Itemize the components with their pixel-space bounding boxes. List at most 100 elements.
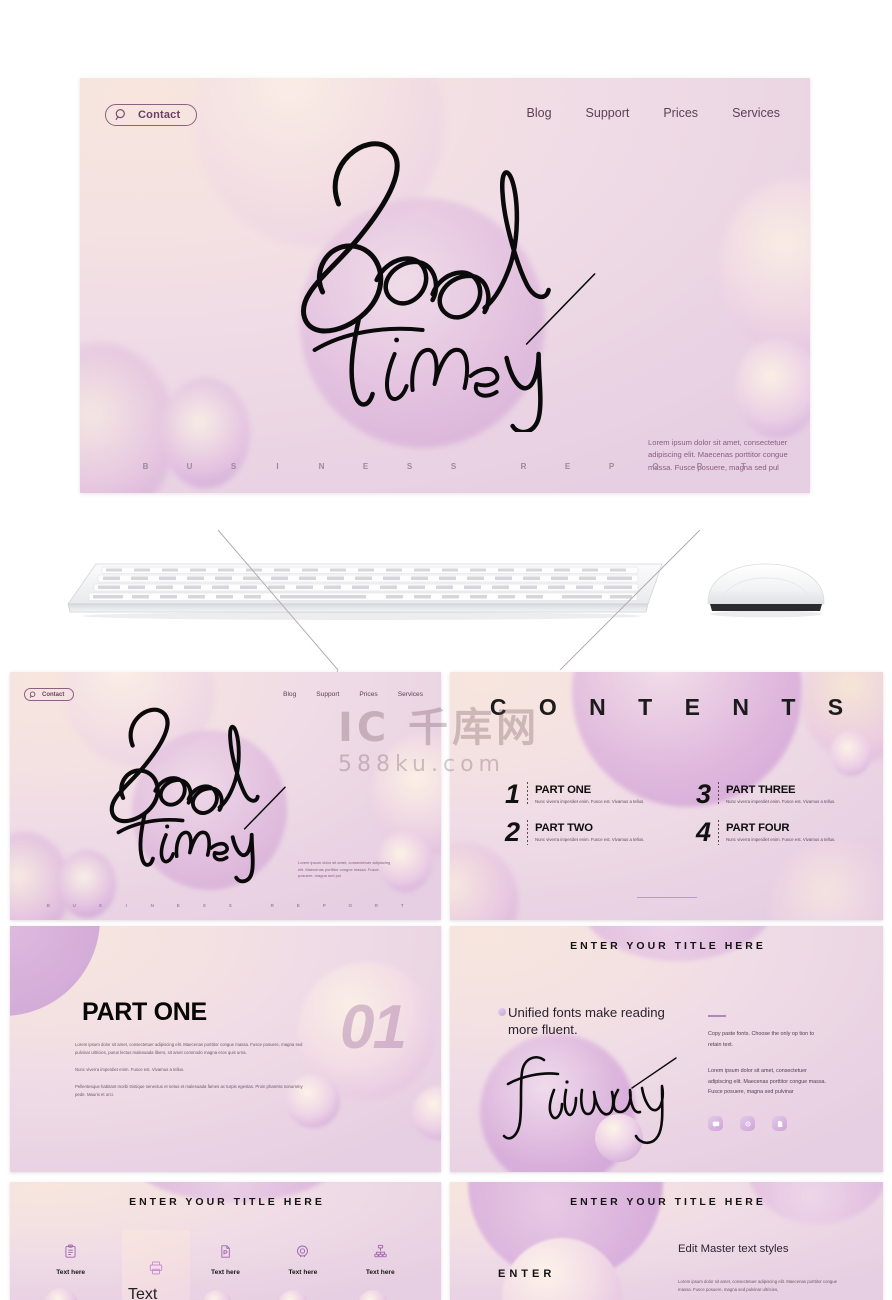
kicker-char: P — [322, 903, 327, 908]
nav-item-support[interactable]: Support — [316, 691, 339, 698]
divider — [527, 820, 529, 845]
file-p-icon — [218, 1244, 233, 1264]
icon-label: Text here — [56, 1269, 86, 1276]
kicker-char: S — [228, 903, 233, 908]
friday-script — [502, 1056, 677, 1145]
divider — [718, 782, 720, 807]
edit-body-text: Lorem ipsum dolor sit amet, consectetuer… — [678, 1279, 838, 1293]
gear-icon[interactable] — [740, 1116, 755, 1131]
sitemap-icon — [373, 1244, 388, 1264]
thumb-contact-label: Contact — [42, 691, 65, 698]
icon-cell-file-p[interactable]: Text here — [188, 1244, 262, 1276]
kicker-char: E — [296, 903, 301, 908]
part-one-title: PART ONE — [82, 998, 207, 1026]
edit-slide-title: ENTER YOUR TITLE HERE — [570, 1196, 766, 1208]
chat-icon[interactable] — [708, 1116, 723, 1131]
contents-heading: PART THREE — [726, 784, 796, 796]
nav-item-prices[interactable]: Prices — [359, 691, 377, 698]
unified-chip-row — [708, 1116, 787, 1131]
nav-item-services[interactable]: Services — [732, 106, 780, 120]
unified-slide-title: ENTER YOUR TITLE HERE — [570, 940, 766, 952]
kicker-char: R — [270, 903, 275, 908]
divider — [718, 820, 720, 845]
device-mockup-strip — [0, 510, 892, 670]
kicker-char: U — [186, 462, 194, 471]
icon-cell-clipboard[interactable]: Text here — [34, 1244, 108, 1276]
kicker-char: S — [98, 903, 103, 908]
hero-slide: Contact Blog Support Prices Services Lor… — [80, 78, 810, 493]
search-icon — [29, 690, 36, 698]
kicker-char: B — [46, 903, 51, 908]
thumb-script-title — [109, 707, 286, 884]
contents-number: 2 — [505, 817, 521, 848]
kicker-char: E — [362, 462, 370, 471]
connector-lines — [217, 529, 701, 670]
thumb-edit-master-slide[interactable]: ENTER YOUR TITLE HERE Edit Master text s… — [450, 1182, 883, 1300]
contents-item-1[interactable]: 1 PART ONE Nunc viverra imperdiet enim. … — [505, 780, 666, 807]
unified-lead-text: Unified fonts make reading more fluent. — [508, 1005, 665, 1037]
contact-button[interactable]: Contact — [105, 104, 198, 126]
contents-number: 4 — [696, 817, 712, 848]
kicker-char: R — [696, 462, 704, 471]
clipboard-icon — [63, 1244, 78, 1264]
kicker-char: E — [564, 462, 572, 471]
thumb-hero-slide[interactable]: Contact Blog Support Prices Services Lor… — [10, 672, 441, 920]
contact-label: Contact — [138, 109, 181, 121]
contents-bottom-rule — [636, 897, 697, 898]
unified-paragraph-1: Copy paste fonts. Choose the only op tio… — [708, 1031, 815, 1048]
contents-item-2[interactable]: 2 PART TWO Nunc viverra imperdiet enim. … — [505, 817, 666, 848]
kicker-char: N — [318, 462, 326, 471]
icons-slide-title: ENTER YOUR TITLE HERE — [129, 1196, 325, 1208]
part-one-paragraph: Nunc viverra imperdiet enim. Fusce est. … — [75, 1067, 185, 1072]
unified-paragraph-2: Lorem ipsum dolor sit amet, consectetuer… — [708, 1068, 827, 1095]
kicker-char: U — [72, 903, 77, 908]
icon-label: Text here — [211, 1269, 240, 1276]
part-one-paragraph: Lorem ipsum dolor sit amet, consectetuer… — [75, 1042, 303, 1055]
kicker-char: S — [230, 462, 238, 471]
thumb-part-one-slide[interactable]: 01 PART ONE Lorem ipsum dolor sit amet, … — [10, 926, 441, 1172]
contents-title: C O N T E N T S — [489, 694, 857, 720]
kicker-char: T — [741, 462, 747, 471]
kicker-char: R — [374, 903, 379, 908]
kicker-char: S — [450, 462, 458, 471]
unified-rule — [708, 1015, 726, 1017]
contents-subtext: Nunc viverra imperdiet enim. Fusce est. … — [726, 837, 836, 843]
icon-label: Text here — [365, 1269, 395, 1276]
target-icon — [295, 1244, 310, 1264]
contents-heading: PART FOUR — [726, 822, 790, 835]
bullet-dot — [498, 1008, 506, 1016]
nav-item-blog[interactable]: Blog — [527, 106, 552, 120]
contents-item-4[interactable]: 4 PART FOUR Nunc viverra imperdiet enim.… — [696, 817, 857, 848]
contents-item-3[interactable]: 3 PART THREE Nunc viverra imperdiet enim… — [696, 780, 857, 807]
hero-kicker: B U S I N E S S R E P O R T — [80, 462, 810, 471]
kicker-char: P — [608, 462, 616, 471]
contents-subtext: Nunc viverra imperdiet enim. Fusce est. … — [535, 799, 645, 804]
contents-subtext: Nunc viverra imperdiet enim. Fusce est. … — [726, 799, 836, 804]
kicker-char: I — [125, 903, 128, 908]
kicker-char: R — [520, 462, 528, 471]
part-one-paragraph: Pellentesque habitant morbi tristique se… — [75, 1084, 303, 1097]
icon-cell-sitemap[interactable]: Text here — [343, 1244, 417, 1276]
nav-item-services[interactable]: Services — [398, 691, 423, 698]
thumb-icons-slide[interactable]: ENTER YOUR TITLE HERE Text here Text her… — [10, 1182, 441, 1300]
thumb-lorem-text: Lorem ipsum dolor sit amet, consectetuer… — [298, 860, 391, 879]
hero-nav: Blog Support Prices Services — [527, 106, 780, 120]
icon-cell-printer[interactable]: Text here — [128, 1260, 184, 1300]
kicker-char: O — [652, 462, 660, 471]
kicker-space — [244, 903, 260, 908]
document-icon[interactable] — [772, 1116, 787, 1131]
icon-cell-target[interactable]: Text here — [266, 1244, 340, 1276]
kicker-char: O — [348, 903, 353, 908]
icon-label: Text here — [128, 1286, 158, 1300]
kicker-char: B — [142, 462, 150, 471]
nav-item-support[interactable]: Support — [586, 106, 630, 120]
thumb-kicker: B U S I N E S S R E P O R T — [10, 903, 441, 908]
kicker-char: I — [276, 462, 280, 471]
blob-right-lower — [735, 338, 810, 438]
blob-right-small — [830, 730, 872, 776]
icons-row: Text here Text here Text here Text here — [10, 1244, 441, 1276]
nav-item-prices[interactable]: Prices — [663, 106, 698, 120]
thumb-contents-slide[interactable]: C O N T E N T S 1 PART ONE Nunc viverra … — [450, 672, 883, 920]
contents-heading: PART TWO — [535, 822, 593, 835]
thumb-unified-fonts-slide[interactable]: ENTER YOUR TITLE HERE Unified fonts make… — [450, 926, 883, 1172]
